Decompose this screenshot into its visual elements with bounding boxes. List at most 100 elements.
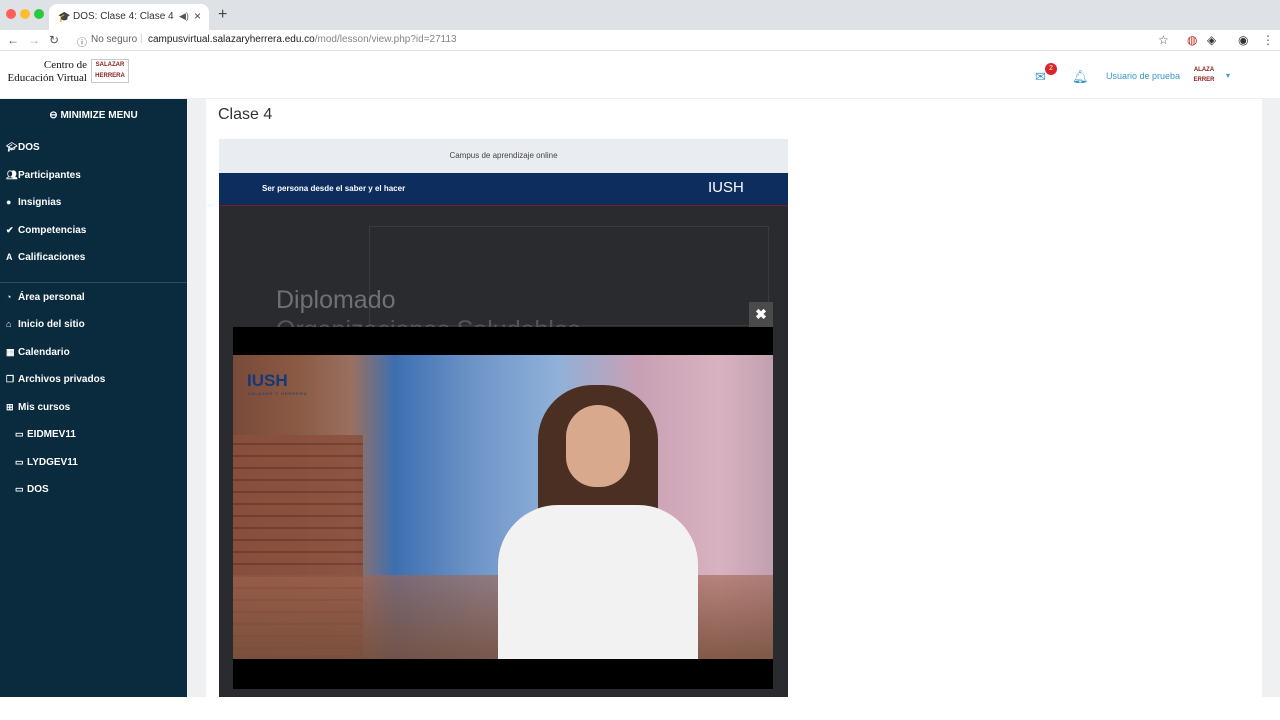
sidebar-item-dos[interactable]: 🎓︎DOS [6, 142, 40, 153]
graduation-cap-icon: 🎓︎ [6, 142, 18, 152]
sidebar-item-label: Competencias [18, 225, 87, 236]
profile-icon[interactable]: ◉ [1238, 33, 1248, 47]
folder-icon: ▭ [15, 429, 24, 439]
badge-icon: ● [6, 197, 12, 207]
close-icon: ✖ [755, 306, 767, 322]
chevron-down-icon[interactable]: ▾ [1226, 71, 1230, 80]
tab-favicon-icon: 🎓 [58, 12, 71, 23]
sidebar-item-label: Calendario [18, 347, 70, 358]
minimize-menu-label: MINIMIZE MENU [60, 110, 138, 121]
sidebar-item-label: DOS [27, 484, 49, 495]
dashboard-icon: ◔ [6, 292, 12, 302]
avatar[interactable]: ALAZA ERRER [1190, 65, 1218, 89]
background-title: Diplomado [276, 286, 396, 314]
info-icon[interactable]: ⓘ [77, 34, 87, 49]
presenter [478, 385, 718, 659]
url-path: /mod/lesson/view.php?id=27113 [314, 34, 457, 45]
sidebar-item-calificaciones[interactable]: A Calificaciones [6, 252, 85, 263]
content-left-gutter [187, 99, 206, 697]
bookmark-star-icon[interactable]: ☆ [1158, 33, 1169, 47]
video-frame[interactable]: IUSH SALAZAR Y HERRERA [233, 355, 773, 659]
reload-icon[interactable]: ↻ [49, 33, 59, 47]
extension-icon[interactable]: ◍ [1187, 33, 1197, 47]
sidebar-item-label: Calificaciones [18, 252, 86, 263]
back-icon[interactable]: ← [7, 33, 19, 47]
presenter-face [566, 405, 630, 487]
messages-icon[interactable]: ✉ [1035, 69, 1046, 85]
sidebar-item-participantes[interactable]: 👥︎Participantes [6, 170, 81, 181]
users-icon: 👥︎ [6, 170, 18, 180]
sidebar-item-label: Inicio del sitio [18, 319, 85, 330]
home-icon: ⌂ [6, 319, 12, 329]
url-separator: | [140, 33, 143, 44]
content-right-gutter [1262, 99, 1280, 697]
sidebar-item-dos-course[interactable]: ▭ DOS [15, 484, 49, 495]
avatar-line1: ALAZA [1193, 67, 1215, 73]
minimize-menu-button[interactable]: ⊖ MINIMIZE MENU [0, 110, 187, 121]
minimize-window-button[interactable] [20, 9, 30, 19]
background-building [369, 226, 769, 326]
forward-icon[interactable]: → [28, 33, 40, 47]
sidebar-item-calendario[interactable]: ▦ Calendario [6, 347, 70, 358]
sidebar-item-area-personal[interactable]: ◔ Área personal [6, 292, 85, 303]
files-icon: ❐ [6, 374, 15, 384]
video-logo-sub: SALAZAR Y HERRERA [248, 391, 308, 396]
motto-text: Ser persona desde el saber y el hacer [262, 184, 406, 193]
sidebar-item-label: Mis cursos [18, 402, 71, 413]
sitemap-icon: ⊞ [6, 402, 14, 412]
url-host: campusvirtual.salazaryherrera.edu.co [148, 34, 315, 45]
logo-badge-line1: SALAZAR [95, 62, 125, 68]
sidebar-item-label: Insignias [18, 197, 62, 208]
campus-banner: Campus de aprendizaje online [219, 139, 788, 173]
folder-icon: ▭ [15, 457, 24, 467]
sidebar-item-inicio-del-sitio[interactable]: ⌂ Inicio del sitio [6, 319, 85, 330]
minus-circle-icon: ⊖ [49, 110, 61, 121]
new-tab-button[interactable]: + [218, 6, 227, 24]
logo-badge: SALAZAR HERRERA [91, 59, 129, 83]
sidebar-item-label: DOS [18, 142, 40, 153]
logo-line1: Centro de [43, 59, 87, 71]
notifications-bell-icon[interactable]: 🔔︎ [1072, 69, 1089, 85]
sidebar-item-lydgev11[interactable]: ▭ LYDGEV11 [15, 457, 78, 468]
logo-line2: Educación Virtual [7, 72, 87, 84]
maximize-window-button[interactable] [34, 9, 44, 19]
browser-tabbar: 🎓 DOS: Clase 4: Clase 4 ◀) × + [0, 0, 1280, 30]
sidebar-item-mis-cursos[interactable]: ⊞ Mis cursos [6, 402, 70, 413]
sidebar-item-label: Área personal [18, 292, 85, 303]
logo-badge-line2: HERRERA [95, 73, 125, 79]
browser-tab-active[interactable]: 🎓 DOS: Clase 4: Clase 4 ◀) × [49, 4, 209, 30]
check-circle-icon: ✔ [6, 225, 14, 235]
tab-close-icon[interactable]: × [194, 9, 201, 23]
close-window-button[interactable] [6, 9, 16, 19]
sidebar-item-eidmev11[interactable]: ▭ EIDMEV11 [15, 429, 76, 440]
video-logo: IUSH [247, 371, 288, 390]
page-title: Clase 4 [218, 106, 273, 123]
address-bar: ← → ↻ ⓘ No seguro | campusvirtual.salaza… [0, 30, 1280, 51]
sidebar-item-label: LYDGEV11 [27, 457, 78, 468]
sidebar-item-archivos-privados[interactable]: ❐ Archivos privados [6, 374, 105, 385]
security-status[interactable]: No seguro [91, 34, 137, 45]
avatar-line2: ERRER [1193, 77, 1215, 83]
messages-count-badge: 2 [1045, 63, 1057, 75]
sidebar-item-label: Participantes [18, 170, 81, 181]
presenter-shirt [498, 505, 698, 659]
extension-2-icon[interactable]: ◈ [1207, 33, 1216, 47]
site-header: Centro de Educación Virtual SALAZAR HERR… [0, 52, 1280, 99]
url-field[interactable]: campusvirtual.salazaryherrera.edu.co/mod… [148, 34, 457, 45]
user-menu-name[interactable]: Usuario de prueba [1106, 71, 1180, 81]
sidebar-item-insignias[interactable]: ● Insignias [6, 197, 61, 208]
video-player[interactable]: IUSH SALAZAR Y HERRERA [233, 327, 773, 689]
grades-icon: A [6, 252, 13, 262]
sidebar-divider [0, 282, 187, 283]
tab-title: DOS: Clase 4: Clase 4 [73, 11, 174, 22]
sidebar-item-label: Archivos privados [18, 374, 106, 385]
audio-playing-icon[interactable]: ◀) [179, 11, 189, 22]
sidebar: ⊖ MINIMIZE MENU 🎓︎DOS 👥︎Participantes ● I… [0, 99, 187, 697]
site-logo[interactable]: Centro de Educación Virtual [5, 59, 87, 85]
sidebar-item-competencias[interactable]: ✔ Competencias [6, 225, 86, 236]
close-video-button[interactable]: ✖ [749, 302, 773, 327]
folder-icon: ▭ [15, 484, 24, 494]
calendar-icon: ▦ [6, 347, 15, 357]
menu-kebab-icon[interactable]: ⋮ [1262, 33, 1274, 47]
lesson-header-strip: Ser persona desde el saber y el hacer IU… [219, 173, 788, 206]
